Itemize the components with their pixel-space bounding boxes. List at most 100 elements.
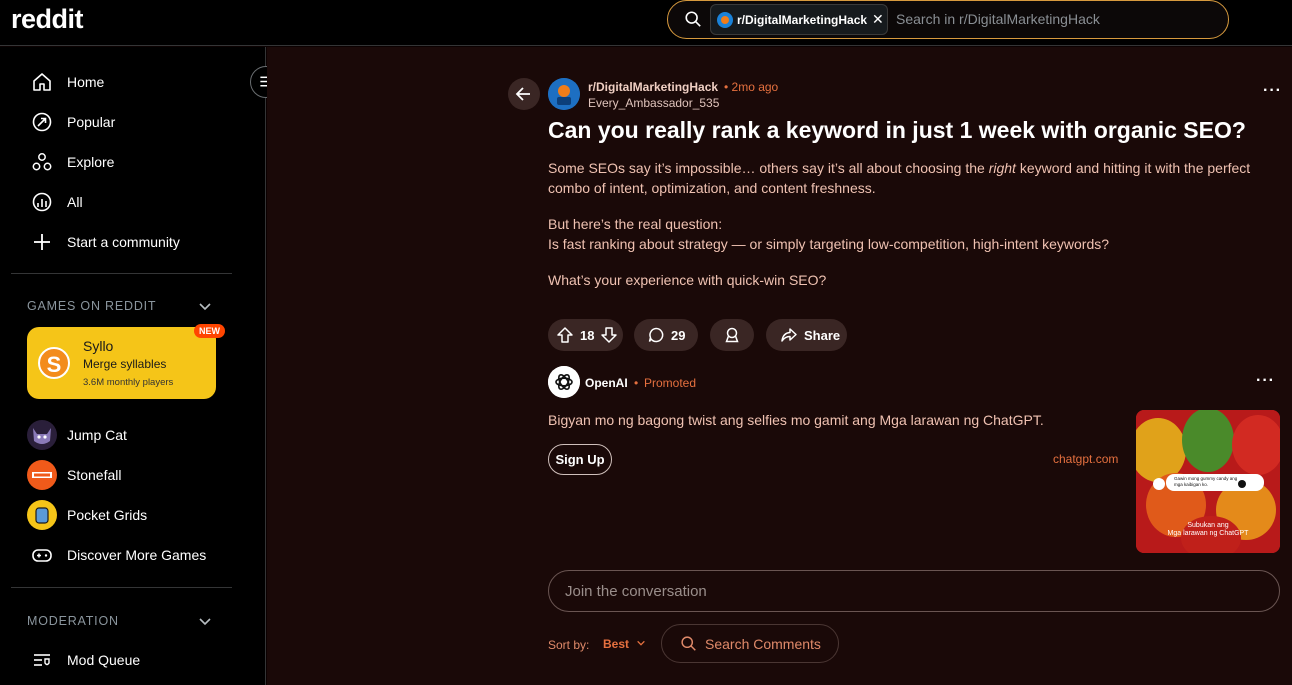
advertiser-name[interactable]: OpenAI: [585, 376, 628, 390]
all-icon: [32, 192, 52, 212]
stonefall-icon: [27, 460, 57, 490]
search-input[interactable]: Search in r/DigitalMarketingHack: [896, 11, 1100, 27]
search-bar[interactable]: r/DigitalMarketingHack ✕ Search in r/Dig…: [667, 0, 1229, 39]
sign-up-button[interactable]: Sign Up: [548, 444, 612, 475]
subreddit-avatar-icon: [548, 78, 580, 110]
ad-more-options-icon[interactable]: ···: [1256, 372, 1275, 390]
sidebar-item-label: Start a community: [67, 234, 180, 250]
search-scope-chip[interactable]: r/DigitalMarketingHack ✕: [710, 4, 888, 35]
comments-button[interactable]: 29: [634, 319, 698, 351]
sidebar-item-label: All: [67, 194, 83, 210]
award-icon: [725, 327, 739, 343]
post-text-emphasis: right: [988, 160, 1016, 176]
award-button[interactable]: [710, 319, 754, 351]
upvote-icon[interactable]: [556, 326, 574, 344]
more-options-icon[interactable]: ···: [1263, 82, 1282, 100]
game-players: 3.6M monthly players: [83, 377, 174, 388]
featured-game-card[interactable]: S Syllo Merge syllables 3.6M monthly pla…: [27, 327, 216, 399]
chevron-down-icon[interactable]: [198, 614, 212, 628]
sidebar-item-all[interactable]: All: [31, 191, 83, 213]
sidebar-item-start-community[interactable]: Start a community: [31, 231, 180, 253]
post-text: Some SEOs say it’s impossible… others sa…: [548, 160, 989, 176]
explore-icon: [32, 153, 52, 171]
post-paragraph: Some SEOs say it’s impossible… others sa…: [548, 158, 1268, 198]
image-caption-line: Mga larawan ng ChatGPT: [1167, 530, 1249, 537]
ad-text[interactable]: Bigyan mo ng bagong twist ang selfies mo…: [548, 412, 1044, 428]
post-text: But here’s the real question:: [548, 216, 723, 232]
comment-icon: [648, 327, 664, 343]
share-label: Share: [804, 327, 841, 343]
reddit-logo[interactable]: reddit: [11, 4, 84, 35]
sidebar-item-label: Popular: [67, 114, 116, 130]
game-item-jump-cat[interactable]: Jump Cat: [26, 419, 127, 451]
close-icon[interactable]: ✕: [872, 11, 884, 28]
top-header: reddit r/DigitalMarketingHack ✕ Search i…: [0, 0, 1292, 46]
game-label: Discover More Games: [67, 547, 207, 563]
sort-by-label: Sort by:: [548, 638, 590, 652]
sidebar-item-mod-queue[interactable]: Mod Queue: [31, 649, 140, 671]
moderation-section-header[interactable]: MODERATION: [27, 614, 119, 628]
sidebar-item-explore[interactable]: Explore: [31, 151, 114, 173]
game-tagline: Merge syllables: [83, 357, 167, 371]
post-time: • 2mo ago: [724, 80, 779, 94]
sidebar-item-home[interactable]: Home: [31, 71, 104, 93]
game-item-stonefall[interactable]: Stonefall: [26, 459, 121, 491]
plus-icon: [34, 234, 50, 250]
chevron-down-icon: [637, 640, 646, 646]
separator: •: [634, 376, 639, 390]
vote-pill: 18: [548, 319, 623, 351]
pocket-grids-icon: [27, 500, 57, 530]
vote-count: 18: [580, 327, 595, 343]
back-button[interactable]: [508, 78, 540, 110]
post-paragraph: What’s your experience with quick-win SE…: [548, 272, 827, 288]
post-title: Can you really rank a keyword in just 1 …: [548, 117, 1246, 143]
post-author[interactable]: Every_Ambassador_535: [588, 96, 719, 110]
sidebar-item-label: Explore: [67, 154, 115, 170]
image-bubble-text: Gawin mong gummy candy ang mga kaibigan …: [1174, 476, 1238, 487]
join-conversation-input[interactable]: Join the conversation: [548, 570, 1280, 612]
image-caption-line: Subukan ang: [1187, 522, 1229, 529]
game-label: Jump Cat: [67, 427, 127, 443]
chevron-down-icon[interactable]: [198, 299, 212, 313]
left-sidebar: Home Popular Explore All Start a communi…: [0, 47, 266, 685]
home-icon: [33, 73, 51, 91]
subreddit-avatar-icon: [717, 11, 733, 28]
subreddit-name[interactable]: r/DigitalMarketingHack: [588, 80, 718, 94]
game-name: Syllo: [83, 338, 114, 354]
search-comments-button[interactable]: Search Comments: [661, 624, 839, 663]
gamepad-icon: [32, 549, 52, 562]
arrow-left-icon: [515, 87, 530, 101]
search-scope-label: r/DigitalMarketingHack: [737, 12, 868, 27]
game-label: Stonefall: [67, 467, 122, 483]
subreddit-avatar[interactable]: [548, 78, 580, 110]
popular-icon: [32, 112, 52, 132]
share-icon: [781, 328, 797, 342]
post-text: Is fast ranking about strategy — or simp…: [548, 236, 1110, 252]
downvote-icon[interactable]: [600, 326, 618, 344]
openai-avatar[interactable]: [548, 366, 580, 398]
ad-image[interactable]: Gawin mong gummy candy ang mga kaibigan …: [1136, 410, 1280, 553]
sidebar-item-popular[interactable]: Popular: [31, 111, 115, 133]
games-section-header[interactable]: GAMES ON REDDIT: [27, 299, 156, 313]
sidebar-item-label: Mod Queue: [67, 652, 141, 668]
discover-more-games[interactable]: Discover More Games: [26, 539, 206, 571]
image-caption: Subukan ang Mga larawan ng ChatGPT: [1136, 522, 1280, 538]
sort-dropdown[interactable]: Best: [603, 637, 646, 651]
divider: [11, 273, 232, 274]
search-icon: [681, 636, 696, 651]
share-button[interactable]: Share: [766, 319, 847, 351]
syllo-logo-icon: S: [38, 347, 70, 379]
jump-cat-icon: [27, 420, 57, 450]
comment-count: 29: [671, 327, 686, 343]
divider: [11, 587, 232, 588]
game-item-pocket-grids[interactable]: Pocket Grids: [26, 499, 147, 531]
openai-logo-icon: [548, 366, 580, 398]
sidebar-item-label: Home: [67, 74, 105, 90]
promoted-label: Promoted: [644, 376, 697, 390]
new-badge: NEW: [194, 324, 225, 338]
search-icon: [685, 11, 701, 27]
search-comments-label: Search Comments: [705, 635, 821, 652]
ad-domain-link[interactable]: chatgpt.com: [1053, 452, 1118, 466]
sort-value: Best: [603, 637, 630, 651]
mod-queue-icon: [34, 654, 50, 666]
